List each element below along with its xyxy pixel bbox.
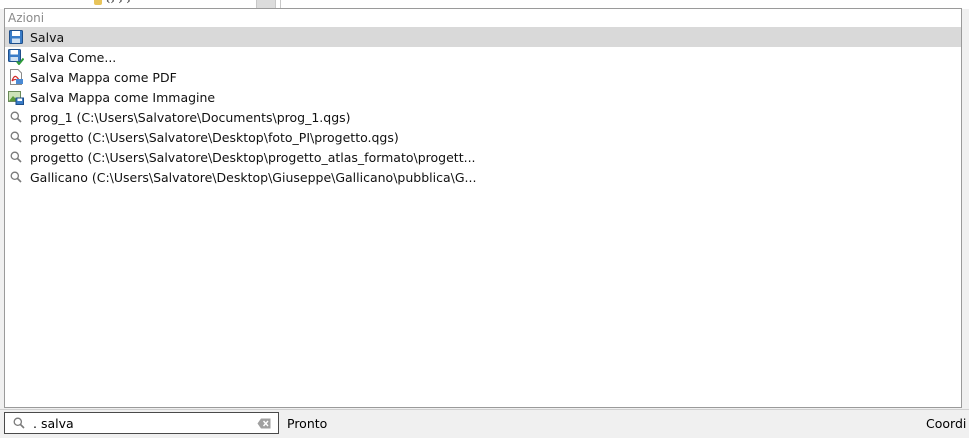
result-label: Salva Mappa come PDF xyxy=(30,69,177,85)
search-icon xyxy=(8,169,24,185)
result-label: Salva Come... xyxy=(30,49,117,65)
save-as-icon xyxy=(8,49,24,65)
result-project-progetto-atlas[interactable]: progetto (C:\Users\Salvatore\Desktop\pro… xyxy=(5,147,961,167)
result-save-map-image[interactable]: Salva Mappa come Immagine xyxy=(5,87,961,107)
result-label: progetto (C:\Users\Salvatore\Desktop\fot… xyxy=(30,129,399,145)
search-icon xyxy=(8,149,24,165)
result-save-map-pdf[interactable]: Salva Mappa come PDF xyxy=(5,67,961,87)
locator-results-popup: Azioni Salva Salva Come... Salva Mappa c… xyxy=(4,8,962,408)
search-icon xyxy=(11,415,27,431)
result-label: progetto (C:\Users\Salvatore\Desktop\pro… xyxy=(30,149,476,165)
result-save[interactable]: Salva xyxy=(5,27,961,47)
result-label: Salva xyxy=(30,29,65,45)
save-icon xyxy=(8,29,24,45)
result-project-gallicano[interactable]: Gallicano (C:\Users\Salvatore\Desktop\Gi… xyxy=(5,167,961,187)
status-message: Pronto xyxy=(287,416,328,431)
locator-search-box[interactable] xyxy=(4,412,279,434)
pdf-icon xyxy=(8,69,24,85)
locator-search-input[interactable] xyxy=(33,414,256,432)
search-icon xyxy=(8,109,24,125)
result-project-progetto-foto[interactable]: progetto (C:\Users\Salvatore\Desktop\fot… xyxy=(5,127,961,147)
result-save-as[interactable]: Salva Come... xyxy=(5,47,961,67)
search-icon xyxy=(8,129,24,145)
result-label: Salva Mappa come Immagine xyxy=(30,89,216,105)
result-label: Gallicano (C:\Users\Salvatore\Desktop\Gi… xyxy=(30,169,477,185)
folder-icon xyxy=(94,0,102,5)
coordinate-label: Coordi xyxy=(926,416,967,431)
image-save-icon xyxy=(8,89,24,105)
clear-icon[interactable] xyxy=(256,415,272,431)
status-bar: Pronto Coordi xyxy=(0,409,969,438)
background-partial-text: ‹› › › xyxy=(106,0,131,7)
result-label: prog_1 (C:\Users\Salvatore\Documents\pro… xyxy=(30,109,351,125)
result-project-prog1[interactable]: prog_1 (C:\Users\Salvatore\Documents\pro… xyxy=(5,107,961,127)
group-header-actions: Azioni xyxy=(8,11,45,25)
